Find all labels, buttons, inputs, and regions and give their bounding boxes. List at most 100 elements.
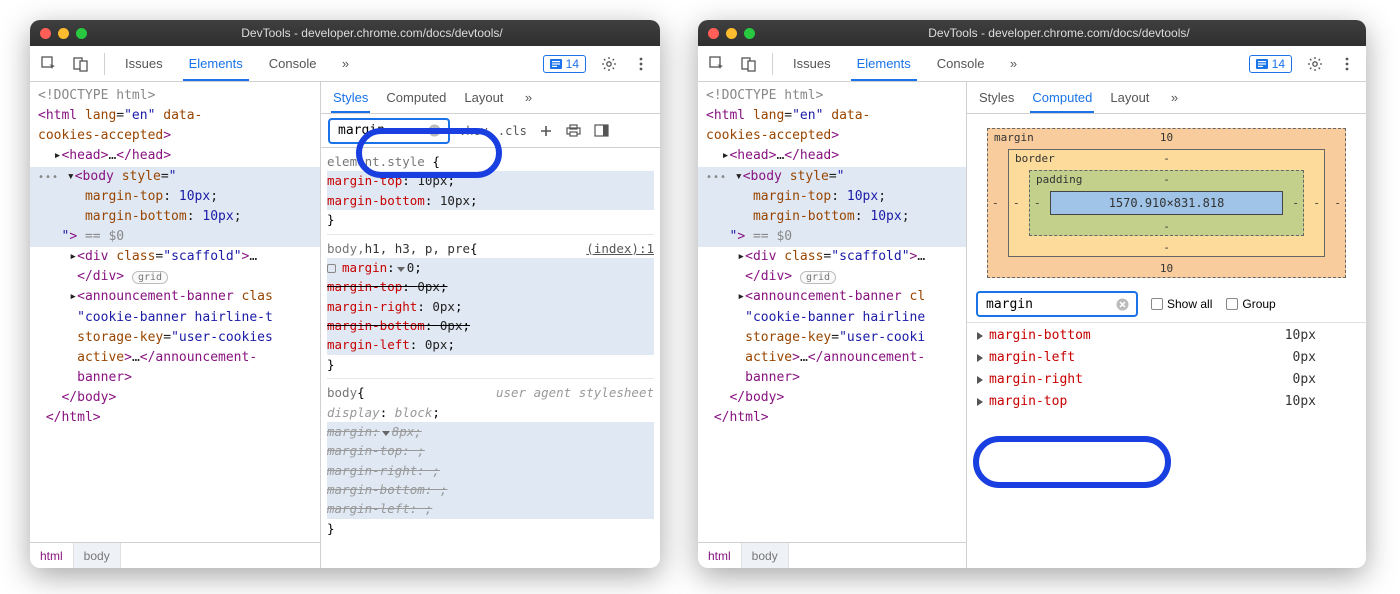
bm-content-size[interactable]: 1570.910×831.818 [1050,191,1283,215]
dom-ann4[interactable]: active>…</announcement- [30,348,320,368]
dom-div[interactable]: ▸<div class="scaffold">… [698,247,966,267]
dom-body-style1[interactable]: margin-top: 10px; [698,187,966,207]
crumb-body[interactable]: body [74,543,121,568]
subtab-computed[interactable]: Computed [384,84,448,111]
gear-icon[interactable] [1306,55,1324,73]
dom-body-open-end[interactable]: "> == $0 [698,227,966,247]
titlebar[interactable]: DevTools - developer.chrome.com/docs/dev… [698,20,1366,46]
tab-elements[interactable]: Elements [183,48,249,81]
gear-icon[interactable] [600,55,618,73]
subtab-more-icon[interactable]: » [1165,89,1183,107]
close-dot[interactable] [40,28,51,39]
dom-div-close[interactable]: </div> grid [30,267,320,287]
dom-html-open[interactable]: <html lang="en" data- [30,106,320,126]
inspect-icon[interactable] [40,55,58,73]
titlebar[interactable]: DevTools - developer.chrome.com/docs/dev… [30,20,660,46]
styles-filter-input[interactable] [336,122,422,139]
breadcrumbs[interactable]: html body [698,542,966,568]
dom-body-style1[interactable]: margin-top: 10px; [30,187,320,207]
close-dot[interactable] [708,28,719,39]
bm-margin-top[interactable]: 10 [1160,131,1173,144]
minimize-dot[interactable] [726,28,737,39]
tab-issues[interactable]: Issues [119,48,169,79]
bm-margin-left[interactable]: - [992,197,999,210]
bm-border-bottom[interactable]: - [1163,241,1170,254]
show-all-checkbox[interactable]: Show all [1151,297,1212,311]
device-icon[interactable] [72,55,90,73]
dom-ann3[interactable]: storage-key="user-cookies [30,328,320,348]
subtab-styles[interactable]: Styles [331,84,370,113]
dom-html-close[interactable]: </html> [30,408,320,428]
panel-toggle-icon[interactable] [593,122,611,140]
dom-html-close[interactable]: </html> [698,408,966,428]
issues-badge[interactable]: 14 [543,55,586,73]
bm-pad-top[interactable]: - [1163,173,1170,186]
device-icon[interactable] [740,55,758,73]
bm-pad-left[interactable]: - [1034,197,1041,210]
grid-pill[interactable]: grid [132,271,168,284]
issues-badge[interactable]: 14 [1249,55,1292,73]
dom-ann4[interactable]: active>…</announcement- [698,348,966,368]
dom-ann1[interactable]: ▸<announcement-banner clas [30,287,320,307]
kebab-icon[interactable] [632,55,650,73]
dom-ann5[interactable]: banner> [30,368,320,388]
bm-margin-bottom[interactable]: 10 [1160,262,1173,275]
bm-border-left[interactable]: - [1013,197,1020,210]
bm-pad-bottom[interactable]: - [1163,220,1170,233]
dom-body-style2[interactable]: margin-bottom: 10px; [30,207,320,227]
tab-console[interactable]: Console [263,48,323,79]
dom-tree[interactable]: <!DOCTYPE html> <html lang="en" data- co… [698,82,966,542]
styles-rules[interactable]: element.style { margin-top: 10px; margin… [321,148,660,568]
breadcrumbs[interactable]: html body [30,542,320,568]
dom-html-open2[interactable]: cookies-accepted> [30,126,320,146]
dom-body-open[interactable]: ••• ▾<body style=" [698,167,966,187]
crumb-html[interactable]: html [30,543,74,568]
subtab-layout[interactable]: Layout [1108,84,1151,111]
rule-source-index[interactable]: (index):1 [586,239,654,258]
dom-ann2[interactable]: "cookie-banner hairline [698,308,966,328]
dom-html-open2[interactable]: cookies-accepted> [698,126,966,146]
computed-row[interactable]: margin-right0px [977,369,1356,391]
box-model[interactable]: margin 10 10 - - border - - - - padding … [967,114,1366,286]
bm-margin-right[interactable]: - [1334,197,1341,210]
dom-body-open-end[interactable]: "> == $0 [30,227,320,247]
computed-filter-input[interactable] [984,296,1109,313]
clear-filter-icon[interactable] [428,122,442,140]
subtab-layout[interactable]: Layout [462,84,505,111]
styles-filter-box[interactable] [329,119,449,143]
hov-toggle[interactable]: :hov [459,124,488,138]
print-icon[interactable] [565,122,583,140]
crumb-html[interactable]: html [698,543,742,568]
tab-console[interactable]: Console [931,48,991,79]
bm-border-right[interactable]: - [1313,197,1320,210]
subtab-computed[interactable]: Computed [1030,84,1094,113]
dom-div-close[interactable]: </div> grid [698,267,966,287]
computed-list[interactable]: margin-bottom10px margin-left0px margin-… [967,323,1366,415]
computed-row[interactable]: margin-left0px [977,347,1356,369]
subtab-more-icon[interactable]: » [519,89,537,107]
dom-tree[interactable]: <!DOCTYPE html> <html lang="en" data- co… [30,82,320,542]
zoom-dot[interactable] [744,28,755,39]
dom-ann5[interactable]: banner> [698,368,966,388]
dom-div[interactable]: ▸<div class="scaffold">… [30,247,320,267]
group-checkbox[interactable]: Group [1226,297,1275,311]
crumb-body[interactable]: body [742,543,789,568]
dom-body-close[interactable]: </body> [30,388,320,408]
inspect-icon[interactable] [708,55,726,73]
rule-element-style[interactable]: element.style { margin-top: 10px; margin… [327,148,654,234]
computed-row[interactable]: margin-top10px [977,391,1356,413]
dom-html-open[interactable]: <html lang="en" data- [698,106,966,126]
grid-pill[interactable]: grid [800,271,836,284]
new-rule-icon[interactable] [537,122,555,140]
dom-ann1[interactable]: ▸<announcement-banner cl [698,287,966,307]
dom-body-open[interactable]: ••• ▾<body style=" [30,167,320,187]
rule-body-ua[interactable]: body { user agent stylesheet display: bl… [327,378,654,542]
dom-body-close[interactable]: </body> [698,388,966,408]
rule-body-group[interactable]: body, h1, h3, p, pre { (index):1 margin:… [327,234,654,379]
more-tabs-icon[interactable]: » [1004,55,1022,73]
dom-ann3[interactable]: storage-key="user-cooki [698,328,966,348]
computed-row[interactable]: margin-bottom10px [977,325,1356,347]
subtab-styles[interactable]: Styles [977,84,1016,111]
dom-head[interactable]: ▸<head>…</head> [698,146,966,166]
dom-head[interactable]: ▸<head>…</head> [30,146,320,166]
